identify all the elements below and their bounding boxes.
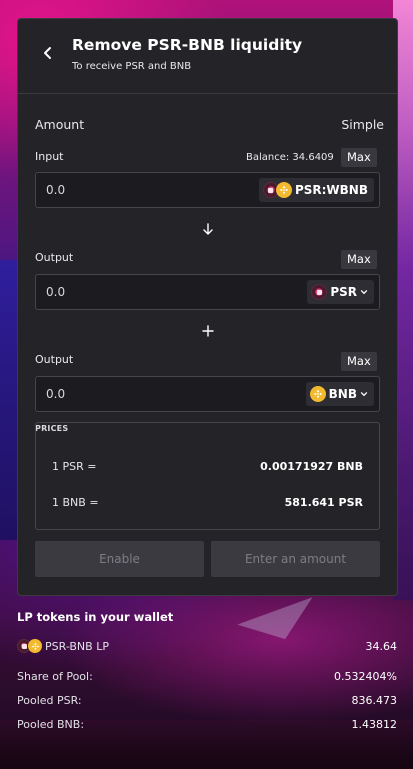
input-amount-field[interactable]: 0.0 PSR:WBNB xyxy=(35,172,380,208)
price-row: 1 PSR = 0.00171927 BNB xyxy=(52,460,363,473)
output-label: Output xyxy=(35,251,74,264)
output-bnb-field[interactable]: 0.0 BNB xyxy=(35,376,380,412)
pooled-psr-value: 836.473 xyxy=(351,694,398,707)
output-psr-max-button[interactable]: Max xyxy=(341,250,377,269)
price-key: 1 PSR = xyxy=(52,460,97,473)
prices-box: 1 PSR = 0.00171927 BNB 1 BNB = 581.641 P… xyxy=(35,422,380,530)
pooled-bnb-value: 1.43812 xyxy=(351,718,398,731)
input-label: Input xyxy=(35,150,64,163)
enter-amount-button[interactable]: Enter an amount xyxy=(211,541,380,577)
lp-row: Pooled PSR: 836.473 xyxy=(17,694,397,707)
output-bnb-max-button[interactable]: Max xyxy=(341,352,377,371)
share-of-pool-label: Share of Pool: xyxy=(17,670,93,683)
price-row: 1 BNB = 581.641 PSR xyxy=(52,496,363,509)
lp-row-label: PSR-BNB LP xyxy=(17,639,109,653)
output-bnb-value[interactable]: 0.0 xyxy=(46,387,65,401)
input-amount-value[interactable]: 0.0 xyxy=(46,183,65,197)
simple-mode-toggle[interactable]: Simple xyxy=(341,117,384,132)
balance-text: Balance: 34.6409 xyxy=(246,152,334,163)
chevron-down-icon xyxy=(360,392,368,397)
psr-coin-icon xyxy=(311,284,328,300)
price-value: 581.641 PSR xyxy=(284,496,363,509)
lp-balance-value: 34.64 xyxy=(365,639,398,653)
page-subtitle: To receive PSR and BNB xyxy=(72,61,192,72)
back-arrow-icon[interactable] xyxy=(40,45,56,61)
plus-icon xyxy=(202,325,214,337)
bnb-coin-icon xyxy=(275,182,292,198)
bnb-token-select[interactable]: BNB xyxy=(305,382,374,406)
output-label: Output xyxy=(35,353,74,366)
lp-row: Pooled BNB: 1.43812 xyxy=(17,718,397,731)
input-max-button[interactable]: Max xyxy=(341,148,377,167)
bnb-coin-icon xyxy=(309,386,326,402)
psr-token-select[interactable]: PSR xyxy=(307,280,374,304)
lp-token-display: PSR:WBNB xyxy=(258,178,374,202)
pooled-bnb-label: Pooled BNB: xyxy=(17,718,85,731)
lp-pair-label: PSR-BNB LP xyxy=(45,639,109,653)
lp-tokens-heading: LP tokens in your wallet xyxy=(17,610,174,624)
bnb-coin-icon xyxy=(28,639,42,653)
output-psr-value[interactable]: 0.0 xyxy=(46,285,65,299)
lp-token-label: PSR:WBNB xyxy=(294,183,368,197)
lp-row: Share of Pool: 0.532404% xyxy=(17,670,397,683)
page-title: Remove PSR-BNB liquidity xyxy=(72,36,303,54)
price-key: 1 BNB = xyxy=(52,496,99,509)
card-header: Remove PSR-BNB liquidity To receive PSR … xyxy=(18,19,397,94)
price-value: 0.00171927 BNB xyxy=(260,460,363,473)
remove-liquidity-card: Remove PSR-BNB liquidity To receive PSR … xyxy=(17,18,398,596)
enable-button[interactable]: Enable xyxy=(35,541,204,577)
arrow-down-icon xyxy=(203,223,213,235)
output-psr-field[interactable]: 0.0 PSR xyxy=(35,274,380,310)
chevron-down-icon xyxy=(360,290,368,295)
amount-label: Amount xyxy=(35,117,85,132)
share-of-pool-value: 0.532404% xyxy=(334,670,397,683)
lp-row: PSR-BNB LP 34.64 xyxy=(17,639,397,653)
bnb-token-label: BNB xyxy=(328,387,357,401)
pooled-psr-label: Pooled PSR: xyxy=(17,694,82,707)
psr-token-label: PSR xyxy=(330,285,357,299)
background-shape xyxy=(0,260,18,540)
